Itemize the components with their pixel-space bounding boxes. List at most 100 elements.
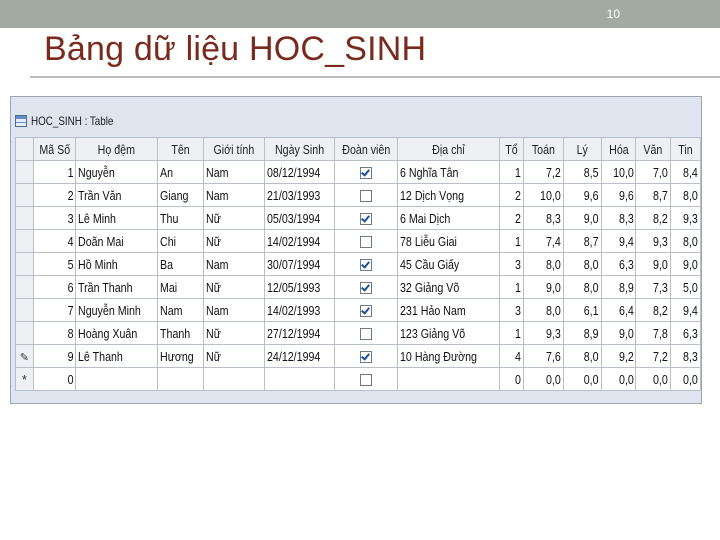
table-cell[interactable]: 8,0 bbox=[523, 298, 564, 322]
table-cell[interactable]: 8,4 bbox=[670, 160, 701, 184]
table-cell[interactable]: 9,0 bbox=[635, 252, 672, 276]
table-cell[interactable]: 0 bbox=[499, 367, 525, 391]
table-cell[interactable]: 0,0 bbox=[670, 367, 701, 391]
table-cell[interactable]: 9,6 bbox=[600, 183, 637, 207]
table-row[interactable]: 3 Lê Minh Thu Nữ 05/03/1994 6 Mai Dịch 2 8,3 9,0… bbox=[15, 206, 701, 230]
table-cell[interactable]: 8,0 bbox=[670, 229, 701, 253]
table-cell[interactable]: 8,0 bbox=[670, 183, 701, 207]
table-cell[interactable]: 9,0 bbox=[523, 275, 564, 299]
table-cell[interactable]: 8,0 bbox=[562, 252, 602, 276]
table-row[interactable]: 8 Hoàng Xuân Thanh Nữ 27/12/1994 123 Giảng Võ… bbox=[15, 321, 701, 345]
table-cell[interactable]: 10 Hàng Đường bbox=[397, 344, 501, 368]
column-header[interactable]: Địa chỉ bbox=[397, 137, 501, 161]
table-cell[interactable] bbox=[156, 367, 205, 391]
table-cell[interactable]: 8,0 bbox=[523, 252, 564, 276]
row-selector[interactable] bbox=[15, 252, 34, 276]
doan-vien-cell[interactable] bbox=[333, 252, 399, 276]
table-cell[interactable]: 3 bbox=[499, 298, 525, 322]
table-cell[interactable]: 9,2 bbox=[600, 344, 637, 368]
table-cell[interactable]: 9,4 bbox=[600, 229, 637, 253]
column-header[interactable]: Hóa bbox=[600, 137, 637, 161]
doan-vien-cell[interactable] bbox=[333, 275, 399, 299]
checkbox[interactable] bbox=[360, 351, 373, 364]
table-cell[interactable]: Hoàng Xuân bbox=[75, 321, 158, 345]
doan-vien-cell[interactable] bbox=[333, 160, 399, 184]
table-cell[interactable]: 9 bbox=[32, 344, 77, 368]
row-selector[interactable] bbox=[15, 275, 34, 299]
table-cell[interactable]: Nữ bbox=[203, 321, 265, 345]
table-cell[interactable]: 123 Giảng Võ bbox=[397, 321, 501, 345]
table-cell[interactable]: 6,4 bbox=[600, 298, 637, 322]
doan-vien-cell[interactable] bbox=[333, 206, 399, 230]
table-cell[interactable] bbox=[397, 367, 501, 391]
column-header[interactable]: Ngày Sinh bbox=[263, 137, 335, 161]
row-selector[interactable]: ✎ bbox=[15, 344, 34, 368]
column-header[interactable]: Tổ bbox=[499, 137, 525, 161]
table-cell[interactable]: Nguyễn bbox=[75, 160, 158, 184]
table-cell[interactable]: 9,3 bbox=[523, 321, 564, 345]
table-cell[interactable]: 6 Mai Dịch bbox=[397, 206, 501, 230]
table-cell[interactable]: 78 Liễu Giai bbox=[397, 229, 501, 253]
table-cell[interactable]: 08/12/1994 bbox=[263, 160, 335, 184]
table-cell[interactable]: Trần Thanh bbox=[75, 275, 158, 299]
table-cell[interactable]: 8,9 bbox=[600, 275, 637, 299]
table-cell[interactable]: 8,5 bbox=[562, 160, 602, 184]
checkbox[interactable] bbox=[360, 282, 373, 295]
table-cell[interactable]: 8,9 bbox=[562, 321, 602, 345]
doan-vien-cell[interactable] bbox=[333, 229, 399, 253]
table-cell[interactable]: 8,3 bbox=[670, 344, 701, 368]
table-cell[interactable]: 1 bbox=[499, 229, 525, 253]
table-cell[interactable]: Nữ bbox=[203, 206, 265, 230]
row-selector[interactable] bbox=[15, 160, 34, 184]
table-cell[interactable] bbox=[203, 367, 265, 391]
table-cell[interactable]: 8,7 bbox=[562, 229, 602, 253]
table-cell[interactable]: Thanh bbox=[156, 321, 205, 345]
table-cell[interactable]: 7,6 bbox=[523, 344, 564, 368]
doan-vien-cell[interactable] bbox=[333, 298, 399, 322]
table-cell[interactable]: 2 bbox=[32, 183, 77, 207]
table-cell[interactable]: 7,2 bbox=[635, 344, 672, 368]
table-cell[interactable]: 0,0 bbox=[600, 367, 637, 391]
table-cell[interactable]: Mai bbox=[156, 275, 205, 299]
table-cell[interactable]: 1 bbox=[499, 275, 525, 299]
table-cell[interactable]: Trần Văn bbox=[75, 183, 158, 207]
table-cell[interactable]: 0 bbox=[32, 367, 77, 391]
table-cell[interactable]: 6 Nghĩa Tân bbox=[397, 160, 501, 184]
table-cell[interactable]: 1 bbox=[499, 160, 525, 184]
table-cell[interactable]: 8,2 bbox=[635, 206, 672, 230]
column-header[interactable]: Văn bbox=[635, 137, 672, 161]
table-cell[interactable]: 0,0 bbox=[523, 367, 564, 391]
table-cell[interactable]: 2 bbox=[499, 206, 525, 230]
table-row[interactable]: 4 Doãn Mai Chi Nữ 14/02/1994 78 Liễu Giai 1 7,4… bbox=[15, 229, 701, 253]
doan-vien-cell[interactable] bbox=[333, 321, 399, 345]
table-cell[interactable] bbox=[263, 367, 335, 391]
table-cell[interactable]: 7,4 bbox=[523, 229, 564, 253]
table-row[interactable]: 6 Trần Thanh Mai Nữ 12/05/1993 32 Giảng Võ 1 9,… bbox=[15, 275, 701, 299]
checkbox[interactable] bbox=[360, 259, 373, 272]
table-cell[interactable]: 10,0 bbox=[600, 160, 637, 184]
table-cell[interactable]: 9,0 bbox=[600, 321, 637, 345]
table-cell[interactable]: 5,0 bbox=[670, 275, 701, 299]
table-cell[interactable]: 6,3 bbox=[600, 252, 637, 276]
table-cell[interactable]: 1 bbox=[499, 321, 525, 345]
column-header[interactable]: Họ đệm bbox=[75, 137, 158, 161]
table-cell[interactable]: Nam bbox=[203, 160, 265, 184]
table-cell[interactable]: 7 bbox=[32, 298, 77, 322]
table-cell[interactable]: 14/02/1994 bbox=[263, 229, 335, 253]
column-header[interactable]: Mã Số bbox=[32, 137, 77, 161]
row-selector[interactable] bbox=[15, 183, 34, 207]
table-cell[interactable]: Hương bbox=[156, 344, 205, 368]
table-cell[interactable]: Nam bbox=[156, 298, 205, 322]
row-selector-header[interactable] bbox=[15, 137, 34, 161]
table-cell[interactable] bbox=[75, 367, 158, 391]
table-cell[interactable]: Nam bbox=[203, 183, 265, 207]
table-cell[interactable]: Lê Minh bbox=[75, 206, 158, 230]
column-header[interactable]: Đoàn viên bbox=[333, 137, 399, 161]
checkbox[interactable] bbox=[360, 167, 373, 180]
table-cell[interactable]: 4 bbox=[32, 229, 77, 253]
table-cell[interactable]: 8,7 bbox=[635, 183, 672, 207]
table-cell[interactable]: 10,0 bbox=[523, 183, 564, 207]
table-row[interactable]: 7 Nguyễn Minh Nam Nam 14/02/1993 231 Hảo Nam 3… bbox=[15, 298, 701, 322]
table-cell[interactable]: Nam bbox=[203, 298, 265, 322]
table-cell[interactable]: 9,6 bbox=[562, 183, 602, 207]
